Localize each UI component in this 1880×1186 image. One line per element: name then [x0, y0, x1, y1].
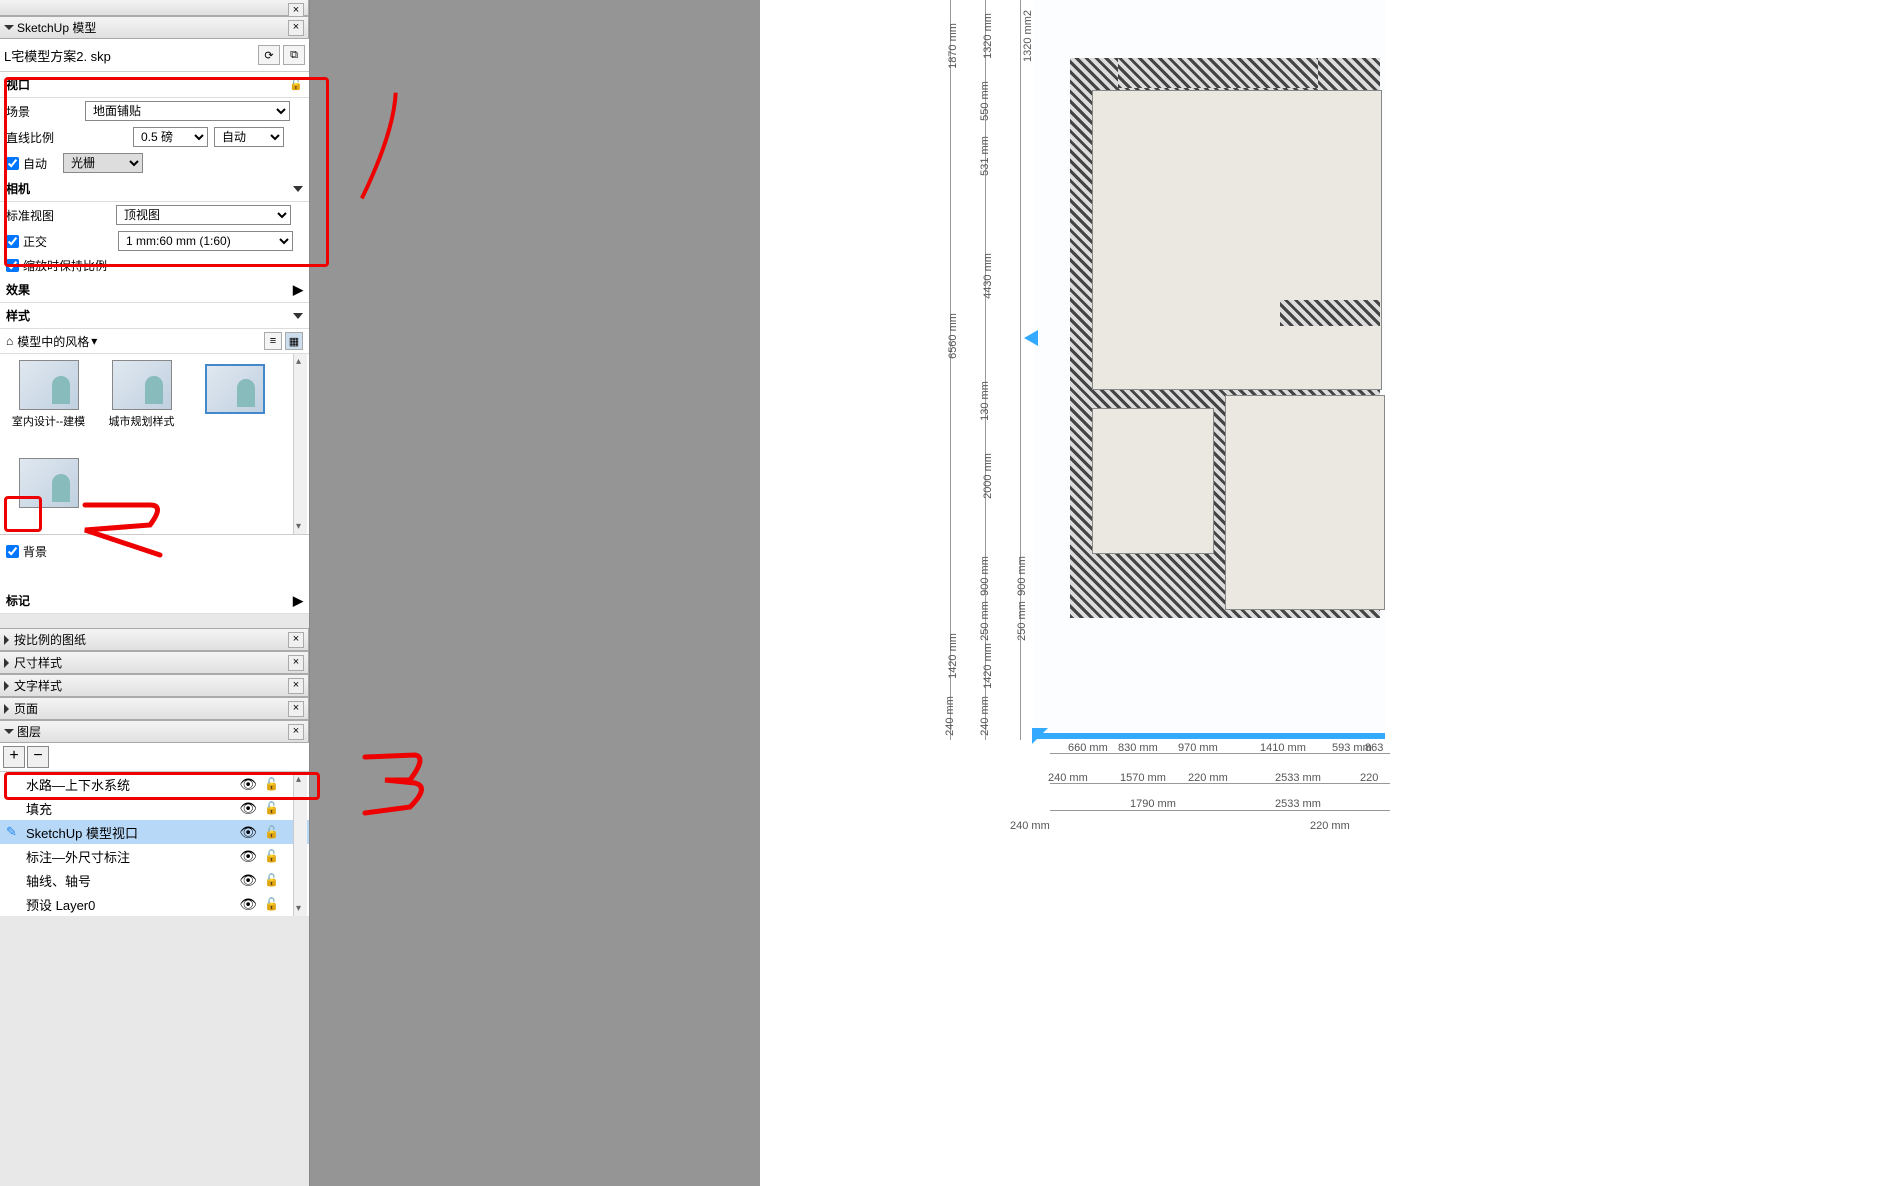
section-tags[interactable]: 标记 ▶: [0, 588, 309, 614]
row-auto: 自动 光栅: [0, 150, 309, 176]
layer-row[interactable]: 水路—上下水系统👁🔓: [0, 772, 309, 796]
close-icon[interactable]: ×: [288, 724, 304, 740]
grid-view-icon[interactable]: ▦: [285, 332, 303, 350]
canvas-gap: [760, 0, 840, 1186]
layer-row[interactable]: ✎SketchUp 模型视口👁🔓: [0, 820, 309, 844]
row-background: 背景: [0, 534, 309, 568]
lock-icon[interactable]: 🔓: [264, 801, 279, 815]
layer-list: 水路—上下水系统👁🔓 填充👁🔓 ✎SketchUp 模型视口👁🔓 标注—外尺寸标…: [0, 772, 309, 916]
file-row: L宅模型方案2. skp ⟳ ⧉: [0, 39, 309, 72]
remove-layer-button[interactable]: −: [27, 746, 49, 768]
panel-title: SketchUp 模型: [17, 19, 96, 36]
raster-select[interactable]: 光栅: [63, 153, 143, 173]
refresh-icon[interactable]: ⟳: [258, 45, 280, 65]
panel-sketchup-model-header[interactable]: SketchUp 模型 ×: [0, 16, 309, 39]
section-viewport[interactable]: 视口 🔓: [0, 72, 309, 98]
panel-header-truncated: ×: [0, 0, 309, 16]
scrollbar[interactable]: [293, 354, 307, 534]
lock-icon[interactable]: 🔓: [264, 849, 279, 863]
section-style[interactable]: 样式: [0, 303, 309, 329]
preserve-checkbox[interactable]: [6, 259, 19, 272]
row-preserve: 缩放时保持比例: [0, 254, 309, 277]
eye-icon[interactable]: 👁: [239, 896, 257, 913]
scale-select[interactable]: 1 mm:60 mm (1:60): [118, 231, 293, 251]
sidebar: × SketchUp 模型 × L宅模型方案2. skp ⟳ ⧉ 视口 🔓 场景…: [0, 0, 310, 1186]
scrollbar[interactable]: [293, 772, 307, 916]
style-item[interactable]: [192, 364, 277, 446]
lock-icon[interactable]: 🔓: [264, 897, 279, 911]
link-icon[interactable]: ⧉: [283, 45, 305, 65]
style-item[interactable]: [6, 458, 91, 528]
row-ortho: 正交 1 mm:60 mm (1:60): [0, 228, 309, 254]
lock-icon[interactable]: 🔓: [264, 825, 279, 839]
row-scene: 场景 地面铺贴: [0, 98, 309, 124]
layer-row[interactable]: 预设 Layer0👁🔓: [0, 892, 309, 916]
style-item[interactable]: 城市规划样式: [99, 360, 184, 446]
close-icon[interactable]: ×: [288, 678, 304, 694]
ortho-checkbox[interactable]: [6, 235, 19, 248]
layer-row[interactable]: 轴线、轴号👁🔓: [0, 868, 309, 892]
linescale-val-select[interactable]: 0.5 磅: [133, 127, 208, 147]
canvas-gray[interactable]: [310, 0, 760, 1186]
close-icon[interactable]: ×: [288, 701, 304, 717]
eye-icon[interactable]: 👁: [239, 800, 257, 817]
close-icon[interactable]: ×: [288, 655, 304, 671]
eye-icon[interactable]: 👁: [239, 848, 257, 865]
eye-icon[interactable]: 👁: [239, 872, 257, 889]
selection-frame[interactable]: [1035, 735, 1385, 739]
section-effect[interactable]: 效果 ▶: [0, 277, 309, 303]
style-browser-row: ⌂ 模型中的风格▾ ≡ ▦: [0, 329, 309, 354]
panel-page[interactable]: 页面×: [0, 697, 309, 720]
layer-toolbar: + −: [0, 743, 309, 772]
row-stdview: 标准视图 顶视图: [0, 202, 309, 228]
styles-grid: 室内设计--建模 城市规划样式: [0, 354, 309, 534]
stdview-select[interactable]: 顶视图: [116, 205, 291, 225]
panel-dim-style[interactable]: 尺寸样式×: [0, 651, 309, 674]
layer-row[interactable]: 填充👁🔓: [0, 796, 309, 820]
lock-icon[interactable]: 🔓: [264, 777, 279, 791]
style-item[interactable]: 室内设计--建模: [6, 360, 91, 446]
close-icon[interactable]: ×: [288, 632, 304, 648]
panel-text-style[interactable]: 文字样式×: [0, 674, 309, 697]
lock-icon[interactable]: 🔓: [264, 873, 279, 887]
background-checkbox[interactable]: [6, 545, 19, 558]
file-name: L宅模型方案2. skp: [4, 46, 255, 65]
close-icon[interactable]: ×: [288, 20, 304, 36]
row-linescale: 直线比例 0.5 磅 自动: [0, 124, 309, 150]
layer-row[interactable]: 标注—外尺寸标注👁🔓: [0, 844, 309, 868]
eye-icon[interactable]: 👁: [239, 824, 257, 841]
linescale-mode-select[interactable]: 自动: [214, 127, 284, 147]
scene-select[interactable]: 地面铺贴: [85, 101, 290, 121]
panel-scaled-drawing[interactable]: 按比例的图纸×: [0, 628, 309, 651]
add-layer-button[interactable]: +: [3, 746, 25, 768]
auto-checkbox[interactable]: [6, 157, 19, 170]
floorplan: 1870 mm 6560 mm 1420 mm 240 mm 1320 mm 5…: [1060, 0, 1880, 1186]
list-view-icon[interactable]: ≡: [264, 332, 282, 350]
section-camera[interactable]: 相机: [0, 176, 309, 202]
eye-icon[interactable]: 👁: [239, 776, 257, 793]
panel-layers[interactable]: 图层×: [0, 720, 309, 743]
